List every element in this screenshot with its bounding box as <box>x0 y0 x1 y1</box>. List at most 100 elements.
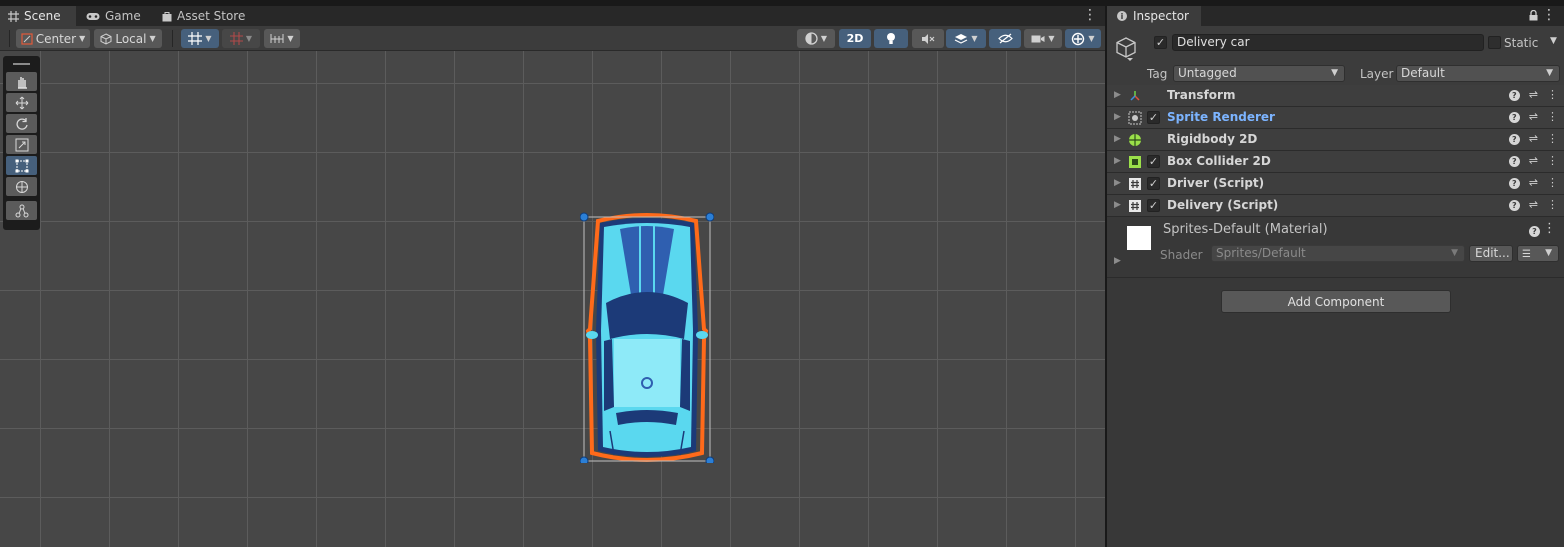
component-box-collider-2d[interactable]: ▶ ✓ Box Collider 2D ? ⇌ ⋮ <box>1107 151 1564 173</box>
help-icon[interactable]: ? <box>1508 156 1520 167</box>
space-dropdown[interactable]: Local ▼ <box>94 29 162 48</box>
rotate-tool-button[interactable] <box>6 114 37 133</box>
draw-mode-button[interactable]: ▼ <box>797 29 835 48</box>
chevron-down-icon: ▼ <box>1331 68 1338 78</box>
move-arrows-icon <box>15 96 28 109</box>
effects-dropdown[interactable]: ▼ <box>946 29 986 48</box>
presets-icon[interactable]: ⇌ <box>1529 88 1538 101</box>
toolbar-separator <box>9 30 10 47</box>
more-options-icon[interactable]: ⋮ <box>1547 198 1558 211</box>
presets-icon[interactable]: ⇌ <box>1529 176 1538 189</box>
component-actions: ? ⇌ ⋮ <box>1508 110 1558 123</box>
local-cube-icon <box>100 32 112 45</box>
enabled-checkbox[interactable]: ✓ <box>1147 111 1160 124</box>
layer-value: Default <box>1401 66 1445 80</box>
foldout-arrow-icon[interactable]: ▶ <box>1114 178 1121 188</box>
static-dropdown-icon[interactable]: ▼ <box>1550 36 1557 46</box>
tab-asset-store[interactable]: Asset Store <box>154 6 253 26</box>
static-checkbox[interactable] <box>1488 36 1501 49</box>
object-name-field[interactable]: Delivery car <box>1172 34 1484 51</box>
chevron-down-icon: ▼ <box>1451 248 1458 258</box>
help-icon[interactable]: ? <box>1508 134 1520 145</box>
component-rigidbody-2d[interactable]: ▶ Rigidbody 2D ? ⇌ ⋮ <box>1107 129 1564 151</box>
foldout-arrow-icon[interactable]: ▶ <box>1114 156 1121 166</box>
more-options-icon[interactable]: ⋮ <box>1542 7 1556 23</box>
toolbar-separator <box>172 30 173 47</box>
component-driver-script[interactable]: ▶ ✓ Driver (Script) ? ⇌ ⋮ <box>1107 173 1564 195</box>
more-options-icon[interactable]: ⋮ <box>1543 221 1556 236</box>
shader-dropdown[interactable]: Sprites/Default ▼ <box>1211 245 1465 262</box>
more-options-icon[interactable]: ⋮ <box>1083 6 1097 26</box>
increment-snap-button[interactable]: ▼ <box>222 29 260 48</box>
foldout-arrow-icon[interactable]: ▶ <box>1114 112 1121 122</box>
help-icon[interactable]: ? <box>1508 90 1520 101</box>
component-delivery-script[interactable]: ▶ ✓ Delivery (Script) ? ⇌ ⋮ <box>1107 195 1564 217</box>
gizmos-dropdown[interactable]: ▼ <box>1065 29 1101 48</box>
pivot-dropdown[interactable]: Center ▼ <box>16 29 90 48</box>
lighting-toggle[interactable] <box>874 29 908 48</box>
tab-inspector[interactable]: i Inspector <box>1107 6 1201 26</box>
tab-scene[interactable]: Scene <box>0 6 76 26</box>
presets-icon[interactable]: ⇌ <box>1529 110 1538 123</box>
component-sprite-renderer[interactable]: ▶ ✓ Sprite Renderer ? ⇌ ⋮ <box>1107 107 1564 129</box>
more-options-icon[interactable]: ⋮ <box>1547 132 1558 145</box>
foldout-arrow-icon[interactable]: ▶ <box>1114 256 1121 266</box>
gamepad-icon <box>86 12 100 20</box>
move-tool-button[interactable] <box>6 93 37 112</box>
custom-editor-tool-icon <box>15 204 28 217</box>
more-options-icon[interactable]: ⋮ <box>1547 176 1558 189</box>
enabled-checkbox[interactable]: ✓ <box>1147 177 1160 190</box>
help-icon[interactable]: ? <box>1508 200 1520 211</box>
hand-tool-button[interactable] <box>6 72 37 91</box>
scale-tool-button[interactable] <box>6 135 37 154</box>
layers-effects-icon <box>955 33 968 44</box>
grid-snap-button[interactable]: ▼ <box>181 29 219 48</box>
inspector-pane: i Inspector ⋮ ✓ Delivery car Static ▼ Ta… <box>1107 6 1564 547</box>
foldout-arrow-icon[interactable]: ▶ <box>1114 90 1121 100</box>
foldout-arrow-icon[interactable]: ▶ <box>1114 200 1121 210</box>
tab-game[interactable]: Game <box>78 6 149 26</box>
scene-camera-dropdown[interactable]: ▼ <box>1024 29 1062 48</box>
audio-toggle[interactable] <box>912 29 944 48</box>
layer-dropdown[interactable]: Default ▼ <box>1396 65 1560 82</box>
lock-icon[interactable] <box>1529 10 1538 21</box>
list-icon: ☰ <box>1522 249 1531 260</box>
rect-tool-button[interactable] <box>6 156 37 175</box>
presets-icon[interactable]: ⇌ <box>1529 198 1538 211</box>
chevron-down-icon: ▼ <box>1546 68 1553 78</box>
chevron-down-icon: ▼ <box>79 34 86 43</box>
chevron-down-icon: ▼ <box>205 34 212 43</box>
ruler-button[interactable]: ▼ <box>264 29 300 48</box>
2d-mode-button[interactable]: 2D <box>839 29 871 48</box>
tag-dropdown[interactable]: Untagged ▼ <box>1173 65 1345 82</box>
transform-tool-button[interactable] <box>6 177 37 196</box>
presets-icon[interactable]: ⇌ <box>1529 132 1538 145</box>
foldout-arrow-icon[interactable]: ▶ <box>1114 134 1121 144</box>
more-options-icon[interactable]: ⋮ <box>1547 88 1558 101</box>
snap-grid-icon <box>229 32 243 45</box>
help-icon[interactable]: ? <box>1508 178 1520 189</box>
shader-options-dropdown[interactable]: ☰ ▼ <box>1517 245 1559 262</box>
custom-tool-button[interactable] <box>6 201 37 220</box>
material-preview[interactable] <box>1127 226 1151 250</box>
more-options-icon[interactable]: ⋮ <box>1547 154 1558 167</box>
shader-edit-button[interactable]: Edit... <box>1469 245 1513 262</box>
scene-viewport[interactable] <box>0 51 1105 547</box>
more-options-icon[interactable]: ⋮ <box>1547 110 1558 123</box>
component-actions: ? ⇌ ⋮ <box>1508 132 1558 145</box>
component-transform[interactable]: ▶ Transform ? ⇌ ⋮ <box>1107 85 1564 107</box>
sprite-renderer-icon <box>1128 111 1142 125</box>
enabled-checkbox[interactable]: ✓ <box>1147 199 1160 212</box>
add-component-button[interactable]: Add Component <box>1221 290 1451 313</box>
help-icon[interactable]: ? <box>1508 112 1520 123</box>
transform-icon <box>1130 91 1140 101</box>
drag-handle[interactable] <box>13 63 30 65</box>
hidden-objects-toggle[interactable] <box>989 29 1021 48</box>
component-name[interactable]: Sprite Renderer <box>1167 110 1275 124</box>
car-graphic <box>579 212 715 466</box>
presets-icon[interactable]: ⇌ <box>1529 154 1538 167</box>
enabled-checkbox[interactable]: ✓ <box>1147 155 1160 168</box>
active-checkbox[interactable]: ✓ <box>1154 36 1167 49</box>
car-sprite[interactable] <box>579 211 715 466</box>
help-icon[interactable]: ? <box>1529 226 1540 237</box>
